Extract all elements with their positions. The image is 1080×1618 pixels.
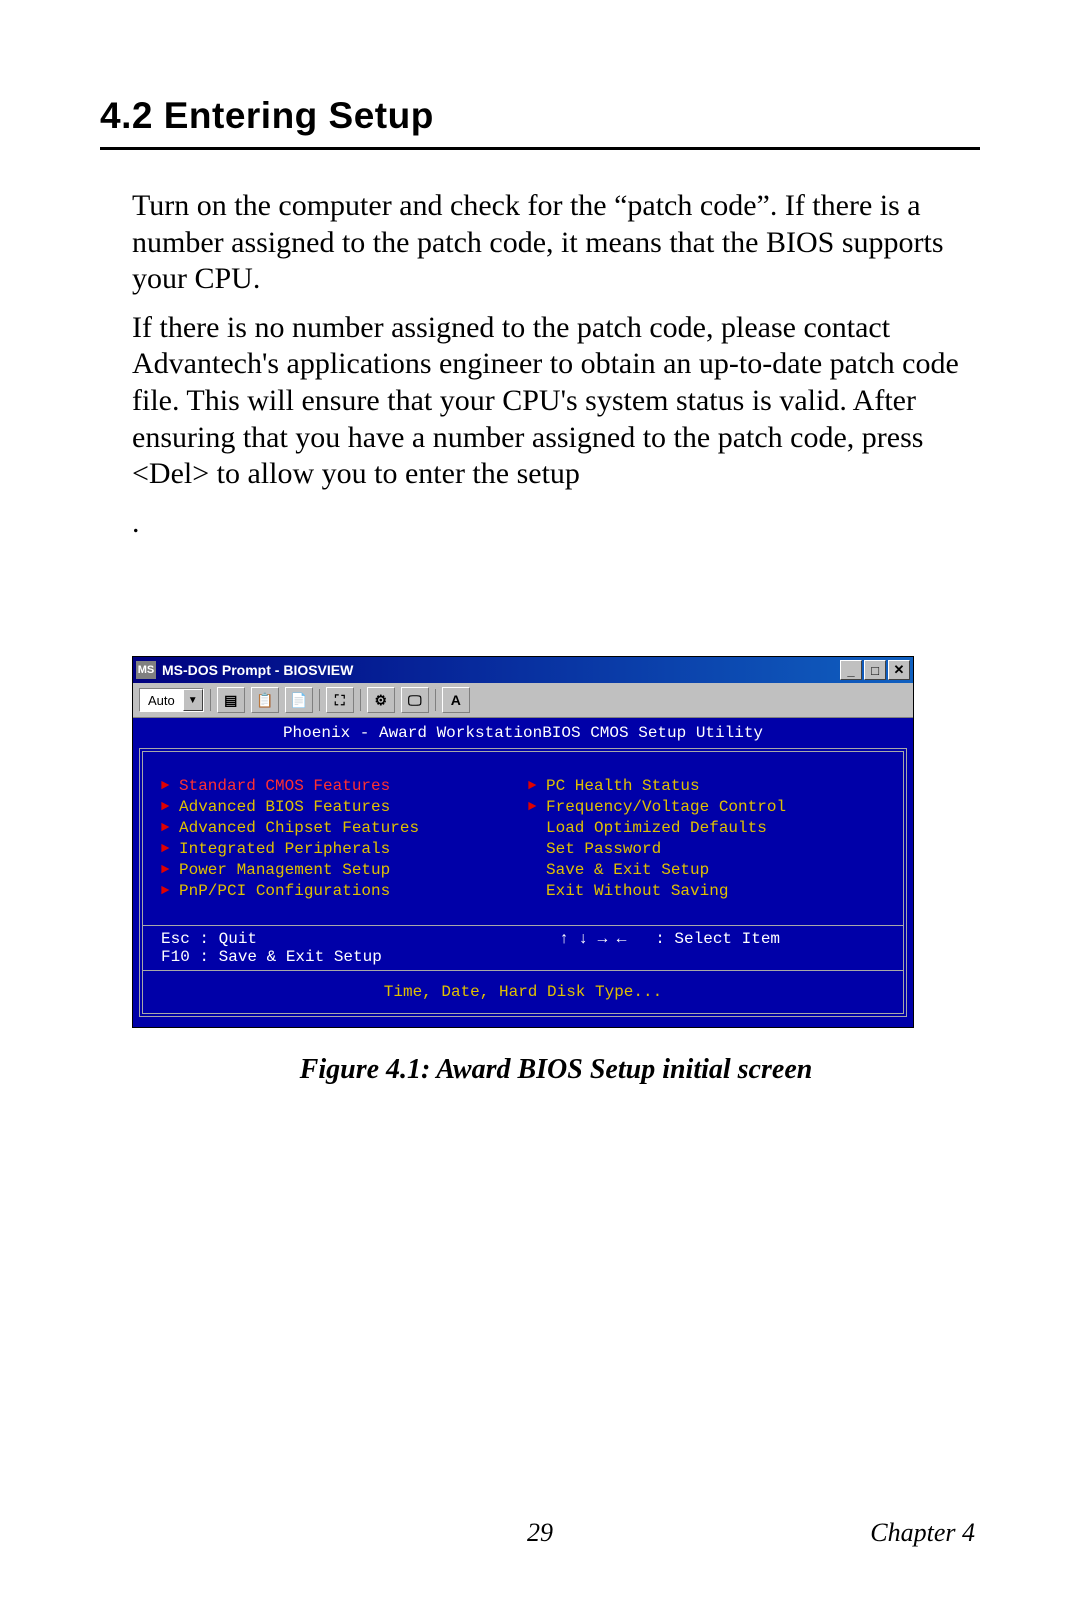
chapter-label: Chapter 4: [870, 1518, 975, 1548]
toolbar: Auto ▼ ▤ 📋 📄 ⛶ ⚙ 🖵 A: [133, 683, 913, 718]
bios-screen: Phoenix - Award WorkstationBIOS CMOS Set…: [133, 718, 913, 1027]
document-page: 4.2 Entering Setup Turn on the computer …: [0, 0, 1080, 1618]
menu-label: Integrated Peripherals: [179, 840, 390, 858]
font-size-dropdown[interactable]: Auto ▼: [139, 688, 204, 712]
menu-exit-no-save[interactable]: ►Exit Without Saving: [528, 882, 885, 900]
fullscreen-icon[interactable]: ⛶: [326, 687, 354, 713]
menu-arrow-icon: ►: [161, 841, 179, 857]
bios-frame: ►Standard CMOS Features ►Advanced BIOS F…: [139, 748, 907, 1017]
menu-load-defaults[interactable]: ►Load Optimized Defaults: [528, 819, 885, 837]
section-heading: 4.2 Entering Setup: [100, 95, 980, 150]
paragraph-1: Turn on the computer and check for the “…: [132, 188, 980, 298]
msdos-icon: MS: [136, 661, 156, 679]
menu-advanced-chipset[interactable]: ►Advanced Chipset Features: [161, 819, 518, 837]
menu-arrow-icon: ►: [161, 883, 179, 899]
menu-frequency-voltage[interactable]: ►Frequency/Voltage Control: [528, 798, 885, 816]
menu-label: Advanced BIOS Features: [179, 798, 390, 816]
menu-arrow-icon: ►: [161, 799, 179, 815]
menu-arrow-icon: ►: [161, 820, 179, 836]
bios-separator-2: [143, 970, 903, 971]
menu-label: Save & Exit Setup: [546, 861, 709, 879]
close-button[interactable]: ✕: [888, 660, 910, 680]
window-titlebar: MS MS-DOS Prompt - BIOSVIEW _ □ ✕: [133, 657, 913, 683]
toolbar-separator: [210, 689, 211, 711]
toolbar-separator-4: [435, 689, 436, 711]
menu-arrow-icon: ►: [161, 862, 179, 878]
figure-caption: Figure 4.1: Award BIOS Setup initial scr…: [132, 1054, 980, 1086]
dos-window: MS MS-DOS Prompt - BIOSVIEW _ □ ✕ Auto ▼…: [132, 656, 914, 1028]
properties-icon[interactable]: ⚙: [367, 687, 395, 713]
title-buttons: _ □ ✕: [840, 660, 913, 680]
bios-left-column: ►Standard CMOS Features ►Advanced BIOS F…: [161, 774, 518, 903]
window-title: MS-DOS Prompt - BIOSVIEW: [162, 662, 353, 678]
minimize-button[interactable]: _: [840, 660, 862, 680]
figure-area: MS MS-DOS Prompt - BIOSVIEW _ □ ✕ Auto ▼…: [132, 656, 980, 1086]
background-icon[interactable]: 🖵: [401, 687, 429, 713]
menu-integrated-peripherals[interactable]: ►Integrated Peripherals: [161, 840, 518, 858]
paste-icon[interactable]: 📄: [285, 687, 313, 713]
menu-label: PnP/PCI Configurations: [179, 882, 390, 900]
bios-help-row: Esc : Quit F10 : Save & Exit Setup ↑ ↓ →…: [161, 930, 885, 966]
menu-label: Exit Without Saving: [546, 882, 728, 900]
font-button[interactable]: A: [442, 687, 470, 713]
paragraph-3: .: [132, 505, 980, 542]
bios-header: Phoenix - Award WorkstationBIOS CMOS Set…: [139, 722, 907, 748]
bios-menu-columns: ►Standard CMOS Features ►Advanced BIOS F…: [161, 774, 885, 903]
toolbar-separator-2: [319, 689, 320, 711]
bios-separator: [143, 925, 903, 926]
menu-advanced-bios[interactable]: ►Advanced BIOS Features: [161, 798, 518, 816]
mark-icon[interactable]: ▤: [217, 687, 245, 713]
menu-label: Load Optimized Defaults: [546, 819, 767, 837]
menu-arrow-icon: ►: [161, 778, 179, 794]
bios-right-column: ►PC Health Status ►Frequency/Voltage Con…: [528, 774, 885, 903]
menu-label: Set Password: [546, 840, 661, 858]
dropdown-value: Auto: [140, 693, 183, 708]
chevron-down-icon: ▼: [183, 689, 203, 711]
menu-label: PC Health Status: [546, 777, 700, 795]
menu-label: Standard CMOS Features: [179, 777, 390, 795]
menu-label: Advanced Chipset Features: [179, 819, 419, 837]
menu-standard-cmos[interactable]: ►Standard CMOS Features: [161, 777, 518, 795]
menu-label: Power Management Setup: [179, 861, 390, 879]
help-left: Esc : Quit F10 : Save & Exit Setup: [161, 930, 559, 966]
menu-pc-health[interactable]: ►PC Health Status: [528, 777, 885, 795]
menu-set-password[interactable]: ►Set Password: [528, 840, 885, 858]
body-text: Turn on the computer and check for the “…: [132, 188, 980, 541]
page-footer: 29 Chapter 4: [0, 1518, 1080, 1548]
menu-pnp-pci[interactable]: ►PnP/PCI Configurations: [161, 882, 518, 900]
toolbar-separator-3: [360, 689, 361, 711]
menu-power-management[interactable]: ►Power Management Setup: [161, 861, 518, 879]
paragraph-2: If there is no number assigned to the pa…: [132, 310, 980, 493]
copy-icon[interactable]: 📋: [251, 687, 279, 713]
menu-arrow-icon: ►: [528, 799, 546, 815]
maximize-button[interactable]: □: [864, 660, 886, 680]
menu-label: Frequency/Voltage Control: [546, 798, 786, 816]
menu-save-exit[interactable]: ►Save & Exit Setup: [528, 861, 885, 879]
bios-description: Time, Date, Hard Disk Type...: [161, 983, 885, 1001]
menu-arrow-icon: ►: [528, 778, 546, 794]
help-right: ↑ ↓ → ← : Select Item: [559, 930, 885, 966]
